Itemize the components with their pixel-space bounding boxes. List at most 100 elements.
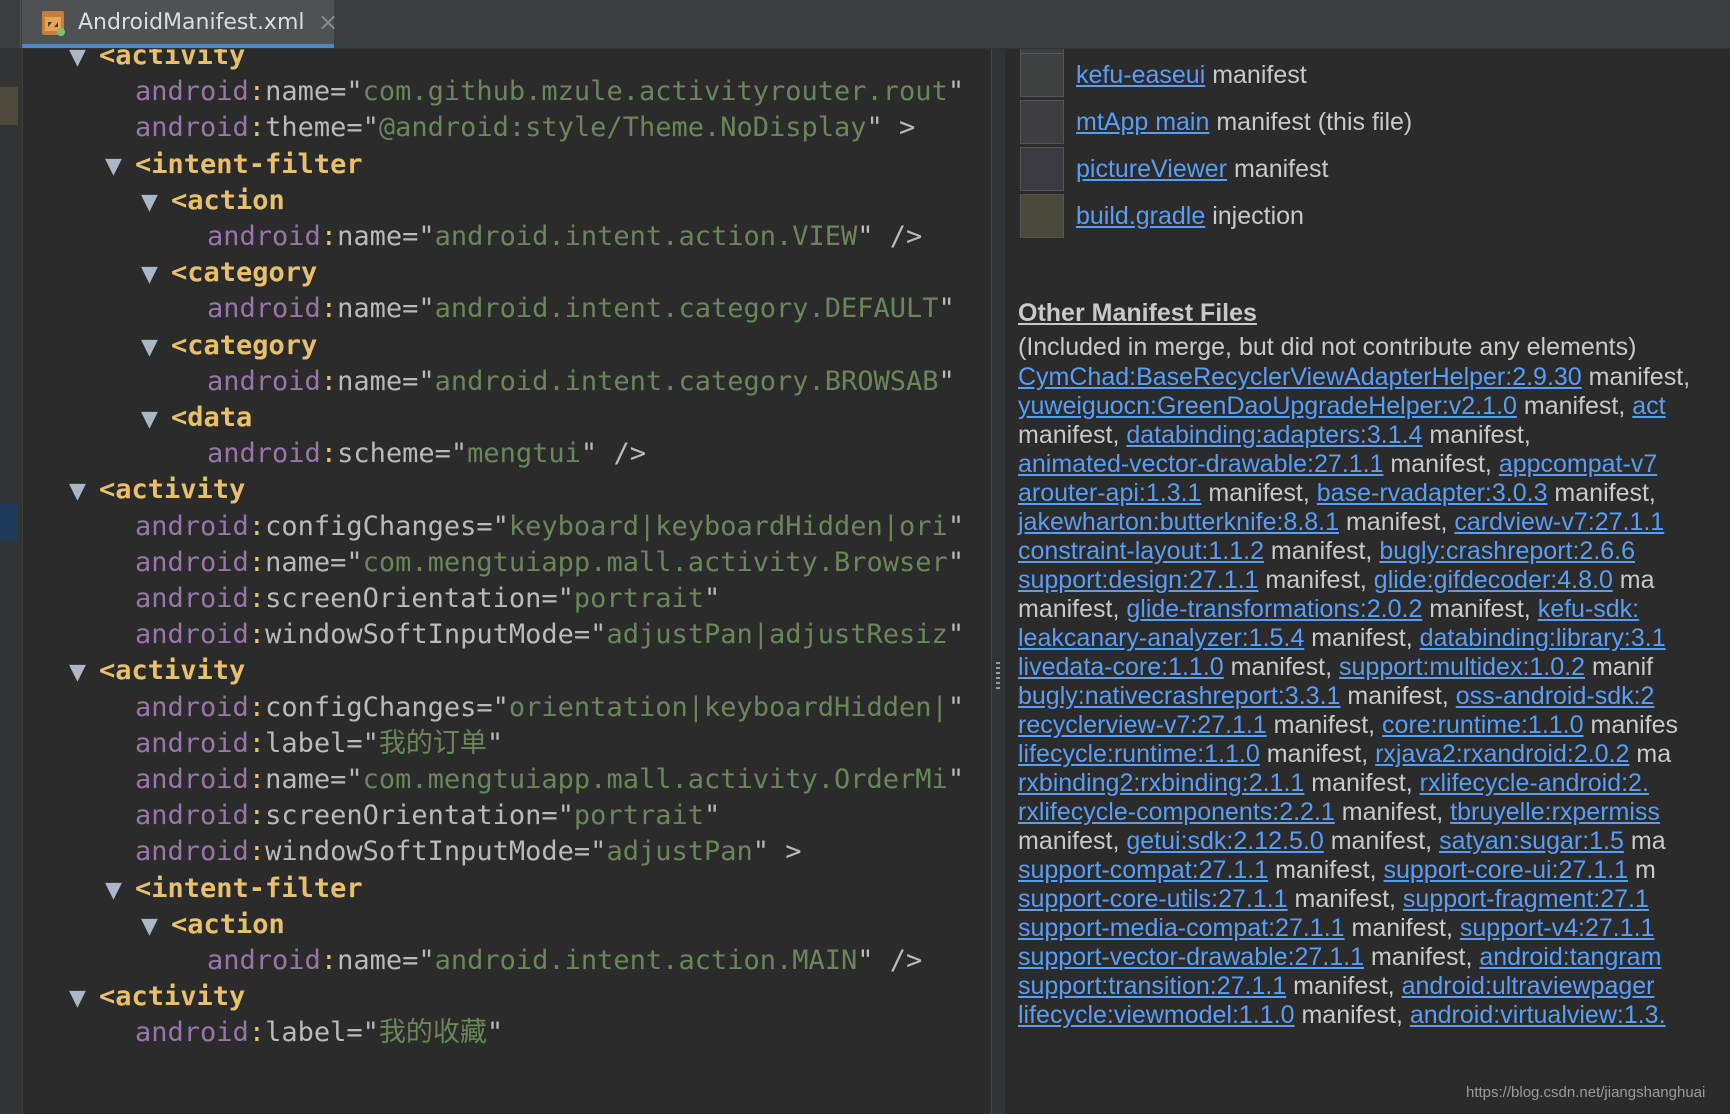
library-manifest-link[interactable]: recyclerview-v7:27.1.1 [1018, 711, 1267, 739]
library-manifest-link[interactable]: rxlifecycle-components:2.2.1 [1018, 798, 1335, 826]
manifest-source-link[interactable]: mtApp main [1076, 108, 1209, 136]
library-manifest-link[interactable]: databinding:library:3.1 [1420, 624, 1666, 652]
library-manifest-link[interactable]: jakewharton:butterknife:8.8.1 [1018, 508, 1339, 536]
expand-collapse-arrow-icon[interactable]: ▼ [105, 148, 135, 186]
library-manifest-link[interactable]: glide:gifdecoder:4.8.0 [1374, 566, 1613, 594]
expand-collapse-arrow-icon[interactable]: ▼ [141, 908, 171, 946]
library-manifest-link[interactable]: CymChad:BaseRecyclerViewAdapterHelper:2.… [1018, 363, 1582, 391]
tab-title: AndroidManifest.xml [78, 10, 305, 35]
library-manifest-link[interactable]: yuweiguocn:GreenDaoUpgradeHelper:v2.1.0 [1018, 392, 1517, 420]
tab-android-manifest[interactable]: AndroidManifest.xml × [22, 0, 338, 48]
library-manifest-link[interactable]: tbruyelle:rxpermiss [1450, 798, 1660, 826]
library-manifest-link[interactable]: support-core-ui:27.1.1 [1383, 856, 1628, 884]
tree-node-activity[interactable]: ▼ <activity [69, 978, 245, 1016]
attribute-name: name [265, 764, 331, 795]
library-manifest-link[interactable]: support-v4:27.1.1 [1460, 914, 1655, 942]
library-manifest-link[interactable]: support:design:27.1.1 [1018, 566, 1258, 594]
tree-node-activity[interactable]: ▼ <activity [69, 471, 245, 509]
library-manifest-link[interactable]: satyan:sugar:1.5 [1439, 827, 1624, 855]
expand-collapse-arrow-icon[interactable]: ▼ [141, 184, 171, 222]
library-manifest-link[interactable]: bugly:nativecrashreport:3.3.1 [1018, 682, 1340, 710]
library-manifest-link[interactable]: base-rvadapter:3.0.3 [1317, 479, 1548, 507]
manifest-separator-text: manifest, [1201, 479, 1317, 507]
attribute-namespace: android [135, 112, 249, 144]
library-manifest-link[interactable]: lifecycle:viewmodel:1.1.0 [1018, 1001, 1295, 1029]
splitter-grip-icon[interactable] [996, 662, 1000, 690]
tree-node-intent-filter[interactable]: ▼ <intent-filter [105, 870, 363, 908]
tree-node-intent-filter[interactable]: ▼ <intent-filter [105, 146, 363, 184]
library-manifest-link[interactable]: act [1632, 392, 1665, 420]
manifest-source-link[interactable]: pictureViewer [1076, 155, 1227, 183]
library-manifest-link[interactable]: cardview-v7:27.1.1 [1454, 508, 1664, 536]
manifest-source-link[interactable]: build.gradle [1076, 202, 1205, 230]
attribute-close-quote: " [947, 510, 965, 542]
namespace-separator: : [320, 945, 338, 976]
expand-collapse-arrow-icon[interactable]: ▼ [69, 49, 99, 77]
expand-collapse-arrow-icon[interactable]: ▼ [141, 256, 171, 294]
attribute-namespace: android [135, 764, 249, 795]
panel-splitter[interactable] [991, 49, 1006, 1114]
tree-node-activity[interactable]: ▼ <activity [69, 652, 245, 690]
library-manifest-link[interactable]: kefu-sdk: [1538, 595, 1639, 623]
tree-node-action[interactable]: ▼ <action [141, 182, 285, 220]
merged-manifest-tree[interactable]: ▼ <activity android: name ="com.github.mzule… [23, 49, 991, 1114]
other-manifest-line: recyclerview-v7:27.1.1 manifest, core:ru… [1018, 709, 1678, 741]
other-manifest-line: bugly:nativecrashreport:3.3.1 manifest, … [1018, 680, 1654, 712]
tree-node-action[interactable]: ▼ <action [141, 906, 285, 944]
other-manifest-line: CymChad:BaseRecyclerViewAdapterHelper:2.… [1018, 361, 1690, 393]
expand-collapse-arrow-icon[interactable]: ▼ [69, 654, 99, 692]
library-manifest-link[interactable]: rxbinding2:rxbinding:2.1.1 [1018, 769, 1304, 797]
attribute-namespace: android [135, 727, 249, 759]
xml-file-icon [42, 11, 65, 36]
attribute-name: configChanges [265, 691, 477, 723]
attribute-name: name [337, 365, 403, 397]
tree-node-category[interactable]: ▼ <category [141, 254, 317, 292]
tree-node-data[interactable]: ▼ <data [141, 399, 252, 437]
other-manifest-line: support:design:27.1.1 manifest, glide:gi… [1018, 564, 1655, 596]
library-manifest-link[interactable]: support-vector-drawable:27.1.1 [1018, 943, 1364, 971]
manifest-source-link[interactable]: kefu-easeui [1076, 61, 1205, 89]
attribute-name: screenOrientation [265, 583, 542, 614]
manifest-separator-text: manifest, [1294, 1001, 1410, 1029]
library-manifest-link[interactable]: support-core-utils:27.1.1 [1018, 885, 1288, 913]
close-tab-icon[interactable]: × [318, 8, 338, 36]
library-manifest-link[interactable]: support:multidex:1.0.2 [1339, 653, 1585, 681]
manifest-separator-text: manifest, [1547, 479, 1656, 507]
library-manifest-link[interactable]: getui:sdk:2.12.5.0 [1126, 827, 1323, 855]
library-manifest-link[interactable]: rxjava2:rxandroid:2.0.2 [1375, 740, 1629, 768]
attribute-equals: =" [330, 76, 363, 108]
library-manifest-link[interactable]: core:runtime:1.1.0 [1382, 711, 1584, 739]
attribute-value: portrait [573, 583, 704, 614]
library-manifest-link[interactable]: animated-vector-drawable:27.1.1 [1018, 450, 1383, 478]
manifest-separator-text: manifest, [1304, 624, 1420, 652]
library-manifest-link[interactable]: support:transition:27.1.1 [1018, 972, 1286, 1000]
library-manifest-link[interactable]: support-compat:27.1.1 [1018, 856, 1268, 884]
library-manifest-link[interactable]: support-media-compat:27.1.1 [1018, 914, 1345, 942]
library-manifest-link[interactable]: arouter-api:1.3.1 [1018, 479, 1201, 507]
library-manifest-link[interactable]: leakcanary-analyzer:1.5.4 [1018, 624, 1304, 652]
library-manifest-link[interactable]: glide-transformations:2.0.2 [1126, 595, 1422, 623]
library-manifest-link[interactable]: lifecycle:runtime:1.1.0 [1018, 740, 1260, 768]
expand-collapse-arrow-icon[interactable]: ▼ [141, 401, 171, 439]
library-manifest-link[interactable]: android:virtualview:1.3. [1410, 1001, 1666, 1029]
expand-collapse-arrow-icon[interactable]: ▼ [141, 329, 171, 367]
expand-collapse-arrow-icon[interactable]: ▼ [69, 980, 99, 1018]
expand-collapse-arrow-icon[interactable]: ▼ [69, 473, 99, 511]
library-manifest-link[interactable]: android:tangram [1479, 943, 1661, 971]
library-manifest-link[interactable]: constraint-layout:1.1.2 [1018, 537, 1264, 565]
tree-node-category[interactable]: ▼ <category [141, 327, 317, 365]
library-manifest-link[interactable]: support-fragment:27.1 [1403, 885, 1649, 913]
tree-node-activity[interactable]: ▼ <activity [69, 49, 245, 75]
library-manifest-link[interactable]: oss-android-sdk:2 [1456, 682, 1655, 710]
library-manifest-link[interactable]: android:ultraviewpager [1402, 972, 1655, 1000]
library-manifest-link[interactable]: livedata-core:1.1.0 [1018, 653, 1224, 681]
manifest-separator-text: manifest, [1364, 943, 1480, 971]
expand-collapse-arrow-icon[interactable]: ▼ [105, 872, 135, 910]
library-manifest-link[interactable]: appcompat-v7 [1499, 450, 1657, 478]
attribute-value: com.github.mzule.activityrouter.rout [362, 76, 948, 108]
library-manifest-link[interactable]: databinding:adapters:3.1.4 [1126, 421, 1422, 449]
library-manifest-link[interactable]: bugly:crashreport:2.6.6 [1379, 537, 1635, 565]
library-manifest-link[interactable]: rxlifecycle-android:2. [1420, 769, 1649, 797]
attribute-value: com.mengtuiapp.mall.activity.OrderMi [362, 764, 948, 795]
tree-attribute-line: android:screenOrientation="portrait" [135, 797, 720, 835]
